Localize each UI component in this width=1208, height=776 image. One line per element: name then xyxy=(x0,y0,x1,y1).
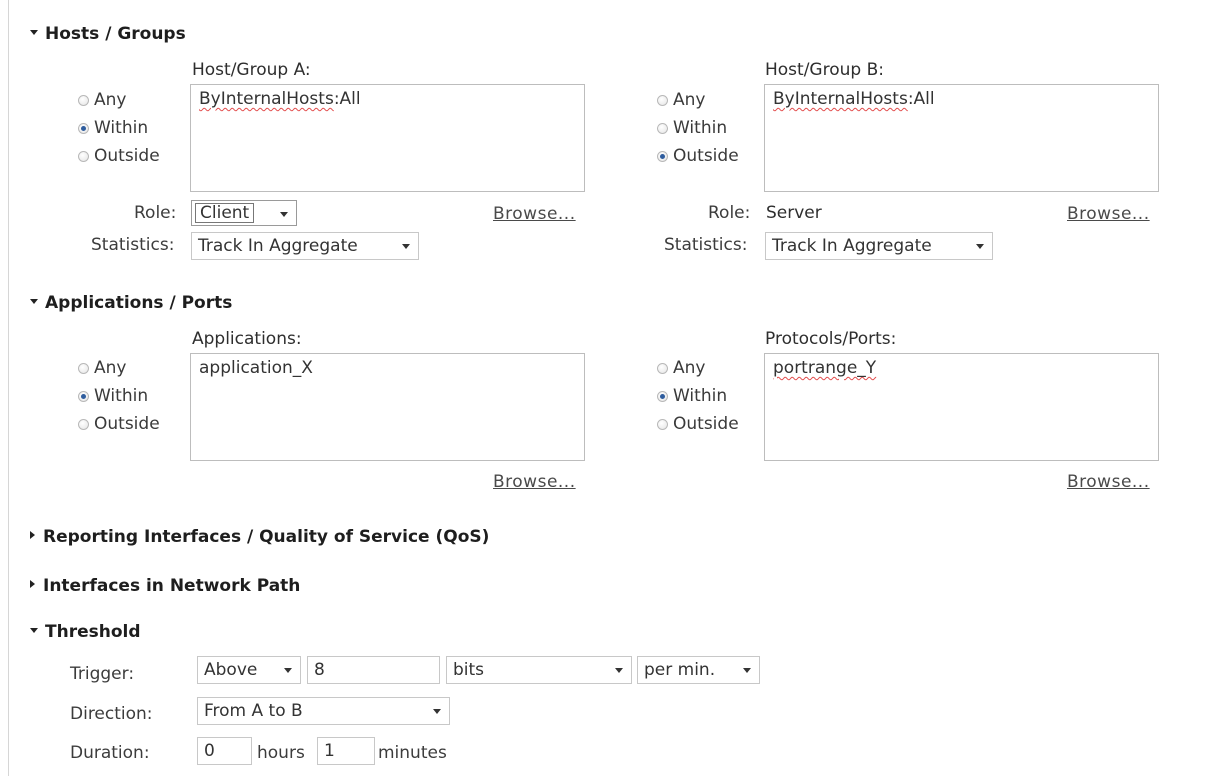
role-value: Server xyxy=(766,203,822,223)
trigger-value-input[interactable]: 8 xyxy=(307,656,440,684)
statistics-value: Track In Aggregate xyxy=(198,236,358,256)
chevron-down-icon xyxy=(615,668,623,673)
radio-option-within[interactable]: Within xyxy=(78,114,160,142)
role-value: Client xyxy=(195,203,255,223)
host-group-b-label: Host/Group B: xyxy=(765,60,884,80)
section-title: Interfaces in Network Path xyxy=(43,576,301,596)
role-label: Role: xyxy=(708,203,751,223)
browse-link[interactable]: Browse... xyxy=(1067,204,1150,224)
browse-link[interactable]: Browse... xyxy=(1067,472,1150,492)
protocols-ports-radios: Any Within Outside xyxy=(657,354,739,438)
chevron-down-icon xyxy=(280,212,288,217)
minutes-label: minutes xyxy=(378,743,447,763)
applications-radios: Any Within Outside xyxy=(78,354,160,438)
statistics-label: Statistics: xyxy=(91,235,175,255)
radio-button[interactable] xyxy=(78,150,89,162)
radio-option-outside[interactable]: Outside xyxy=(657,410,739,438)
trigger-unit-select[interactable]: bits xyxy=(446,656,632,684)
section-title: Reporting Interfaces / Quality of Servic… xyxy=(43,527,490,547)
triangle-right-icon xyxy=(30,580,35,588)
triangle-right-icon xyxy=(30,531,35,539)
host-group-b-radios: Any Within Outside xyxy=(657,86,739,170)
radio-button[interactable] xyxy=(78,362,89,374)
hours-label: hours xyxy=(257,743,305,763)
radio-button[interactable] xyxy=(657,418,668,430)
host-group-a-textarea[interactable]: ByInternalHosts:All xyxy=(190,84,585,192)
applications-textarea[interactable]: application_X xyxy=(190,353,585,461)
trigger-label: Trigger: xyxy=(70,664,135,684)
radio-button[interactable] xyxy=(657,94,668,106)
chevron-down-icon xyxy=(284,668,292,673)
radio-button[interactable] xyxy=(78,418,89,430)
section-title: Applications / Ports xyxy=(45,293,233,313)
role-label: Role: xyxy=(134,203,177,223)
role-select[interactable]: Client xyxy=(191,200,297,226)
radio-option-within[interactable]: Within xyxy=(657,114,739,142)
duration-label: Duration: xyxy=(70,743,150,763)
duration-minutes-input[interactable]: 1 xyxy=(317,737,375,765)
statistics-value: Track In Aggregate xyxy=(772,236,932,256)
radio-button[interactable] xyxy=(78,390,89,402)
radio-button[interactable] xyxy=(657,150,668,162)
radio-option-outside[interactable]: Outside xyxy=(657,142,739,170)
section-title: Threshold xyxy=(45,622,141,642)
host-group-a-label: Host/Group A: xyxy=(192,60,311,80)
radio-option-any[interactable]: Any xyxy=(78,354,160,382)
radio-button[interactable] xyxy=(657,390,668,402)
browse-link[interactable]: Browse... xyxy=(493,204,576,224)
trigger-rate-select[interactable]: per min. xyxy=(637,656,760,684)
section-applications-ports-header[interactable]: Applications / Ports xyxy=(30,293,232,313)
trigger-operator-select[interactable]: Above xyxy=(197,656,301,684)
protocols-ports-textarea[interactable]: portrange_Y xyxy=(764,353,1159,461)
radio-option-within[interactable]: Within xyxy=(78,382,160,410)
radio-option-any[interactable]: Any xyxy=(78,86,160,114)
host-group-b-textarea[interactable]: ByInternalHosts:All xyxy=(764,84,1159,192)
section-reporting-interfaces-header[interactable]: Reporting Interfaces / Quality of Servic… xyxy=(30,527,489,547)
protocols-ports-label: Protocols/Ports: xyxy=(765,329,897,349)
chevron-down-icon xyxy=(976,244,984,249)
radio-button[interactable] xyxy=(657,122,668,134)
statistics-select[interactable]: Track In Aggregate xyxy=(191,232,419,260)
chevron-down-icon xyxy=(402,244,410,249)
duration-hours-input[interactable]: 0 xyxy=(197,737,252,765)
direction-select[interactable]: From A to B xyxy=(197,697,450,725)
radio-button[interactable] xyxy=(78,94,89,106)
chevron-down-icon xyxy=(743,668,751,673)
section-hosts-groups-header[interactable]: Hosts / Groups xyxy=(30,24,186,44)
statistics-select[interactable]: Track In Aggregate xyxy=(765,232,993,260)
triangle-down-icon xyxy=(30,29,38,35)
host-group-a-radios: Any Within Outside xyxy=(78,86,160,170)
left-border xyxy=(8,0,9,776)
radio-option-within[interactable]: Within xyxy=(657,382,739,410)
section-title: Hosts / Groups xyxy=(45,24,186,44)
direction-label: Direction: xyxy=(70,704,153,724)
section-threshold-header[interactable]: Threshold xyxy=(30,622,141,642)
radio-option-outside[interactable]: Outside xyxy=(78,142,160,170)
statistics-label: Statistics: xyxy=(664,235,748,255)
radio-option-any[interactable]: Any xyxy=(657,86,739,114)
chevron-down-icon xyxy=(433,709,441,714)
triangle-down-icon xyxy=(30,627,38,633)
radio-button[interactable] xyxy=(78,122,89,134)
applications-label: Applications: xyxy=(192,329,302,349)
radio-button[interactable] xyxy=(657,362,668,374)
radio-option-any[interactable]: Any xyxy=(657,354,739,382)
radio-option-outside[interactable]: Outside xyxy=(78,410,160,438)
browse-link[interactable]: Browse... xyxy=(493,472,576,492)
triangle-down-icon xyxy=(30,298,38,304)
section-interfaces-network-path-header[interactable]: Interfaces in Network Path xyxy=(30,576,300,596)
